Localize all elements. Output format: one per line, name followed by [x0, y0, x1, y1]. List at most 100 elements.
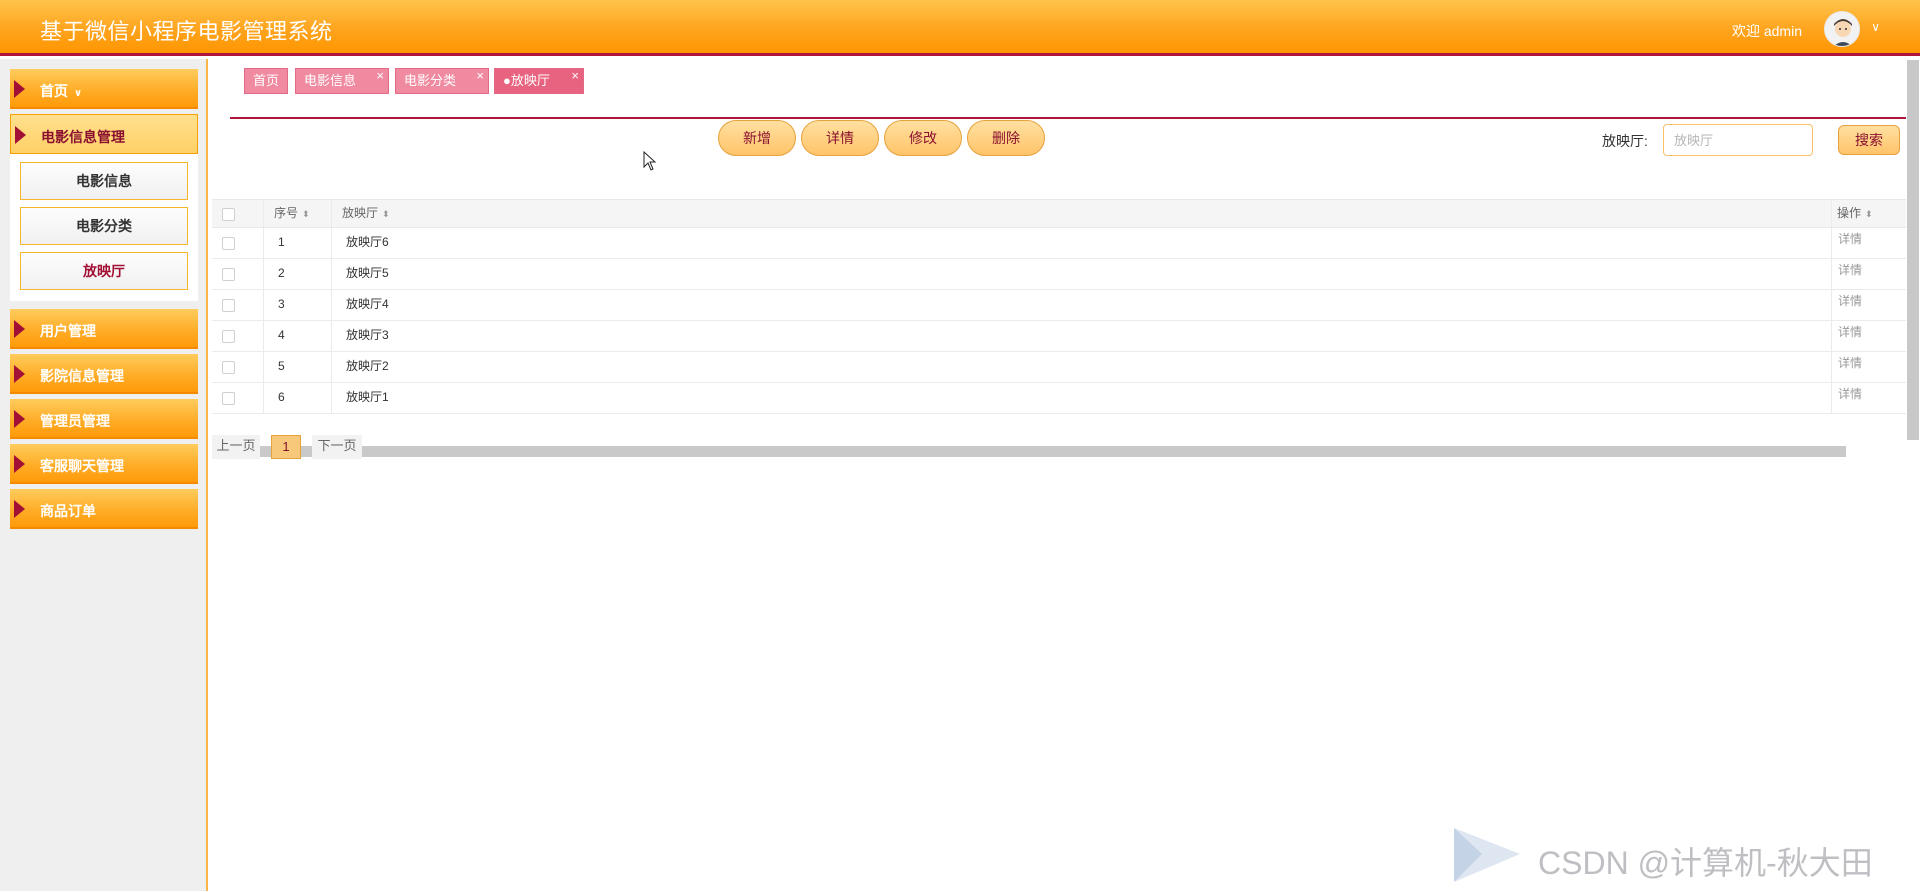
header-index[interactable]: 序号 ⬍	[264, 200, 332, 227]
vertical-scrollbar-thumb[interactable]	[1907, 60, 1919, 440]
triangle-icon	[14, 365, 25, 383]
header-name[interactable]: 放映厅 ⬍	[332, 200, 1832, 227]
row-detail-link[interactable]: 详情	[1838, 225, 1862, 254]
user-menu-chevron-icon[interactable]: ∨	[1871, 20, 1880, 34]
row-index: 2	[264, 259, 332, 289]
sidebar-item-cinema-info-management[interactable]: 影院信息管理	[10, 354, 198, 394]
row-index: 4	[264, 321, 332, 351]
submenu-item-movie-info[interactable]: 电影信息	[20, 162, 188, 200]
close-icon[interactable]: ×	[571, 64, 579, 88]
row-checkbox[interactable]	[222, 299, 235, 312]
sidebar-item-label: 影院信息管理	[40, 368, 124, 384]
row-detail-link[interactable]: 详情	[1838, 287, 1862, 316]
table-row: 3 放映厅4 详情	[212, 290, 1906, 321]
sidebar-item-admin-management[interactable]: 管理员管理	[10, 399, 198, 439]
tab-label: 首页	[253, 73, 280, 88]
user-avatar[interactable]	[1824, 11, 1860, 47]
app-title: 基于微信小程序电影管理系统	[40, 19, 333, 44]
triangle-icon	[14, 500, 25, 518]
edit-button[interactable]: 修改	[884, 120, 962, 156]
row-name: 放映厅6	[332, 228, 1832, 258]
submenu-item-movie-category[interactable]: 电影分类	[20, 207, 188, 245]
close-icon[interactable]: ×	[376, 64, 384, 88]
page-number-current[interactable]: 1	[271, 435, 301, 459]
triangle-icon	[14, 410, 25, 428]
row-name: 放映厅5	[332, 259, 1832, 289]
row-name: 放映厅3	[332, 321, 1832, 351]
csdn-logo-icon	[1454, 828, 1520, 882]
table-row: 6 放映厅1 详情	[212, 383, 1906, 414]
detail-button[interactable]: 详情	[801, 120, 879, 156]
select-all-checkbox[interactable]	[222, 208, 235, 221]
row-checkbox[interactable]	[222, 237, 235, 250]
sidebar-item-label: 首页	[40, 83, 68, 99]
row-detail-link[interactable]: 详情	[1838, 318, 1862, 347]
sidebar-item-movie-info-management[interactable]: 电影信息管理	[10, 114, 198, 154]
row-detail-link[interactable]: 详情	[1838, 256, 1862, 285]
sidebar: 首页 ∨ 电影信息管理 电影信息 电影分类 放映厅 用户管理 影院信息管理 管理员…	[0, 59, 208, 891]
sidebar-item-home[interactable]: 首页 ∨	[10, 69, 198, 109]
table-row: 4 放映厅3 详情	[212, 321, 1906, 352]
sort-icon: ⬍	[1865, 209, 1873, 219]
add-button[interactable]: 新增	[718, 120, 796, 156]
tab-movie-info[interactable]: 电影信息 ×	[295, 68, 389, 94]
delete-button[interactable]: 删除	[967, 120, 1045, 156]
next-page-button[interactable]: 下一页	[312, 435, 362, 459]
sidebar-item-label: 管理员管理	[40, 413, 110, 429]
triangle-icon	[15, 126, 26, 144]
row-index: 5	[264, 352, 332, 382]
triangle-icon	[14, 320, 25, 338]
table-row: 2 放映厅5 详情	[212, 259, 1906, 290]
tab-label: 电影分类	[404, 73, 457, 88]
mouse-cursor-icon	[643, 151, 657, 171]
close-icon[interactable]: ×	[476, 64, 484, 88]
row-name: 放映厅2	[332, 352, 1832, 382]
sort-icon: ⬍	[382, 209, 390, 219]
welcome-text: 欢迎 admin	[1731, 23, 1802, 39]
row-detail-link[interactable]: 详情	[1838, 380, 1862, 409]
sidebar-item-customer-chat-management[interactable]: 客服聊天管理	[10, 444, 198, 484]
row-checkbox[interactable]	[222, 361, 235, 374]
sidebar-item-user-management[interactable]: 用户管理	[10, 309, 198, 349]
row-detail-link[interactable]: 详情	[1838, 349, 1862, 378]
row-index: 1	[264, 228, 332, 258]
header-action[interactable]: 操作 ⬍	[1832, 200, 1906, 227]
row-index: 6	[264, 383, 332, 413]
horizontal-scrollbar[interactable]	[212, 446, 1846, 457]
table-row: 5 放映厅2 详情	[212, 352, 1906, 383]
triangle-icon	[14, 80, 25, 98]
row-checkbox[interactable]	[222, 330, 235, 343]
row-checkbox[interactable]	[222, 268, 235, 281]
top-header: 基于微信小程序电影管理系统 欢迎 admin ∨	[0, 0, 1920, 56]
tab-screening-hall[interactable]: ●放映厅 ×	[494, 68, 584, 94]
search-button[interactable]: 搜索	[1838, 125, 1900, 155]
watermark-text: CSDN @计算机-秋大田	[1538, 845, 1873, 881]
submenu: 电影信息 电影分类 放映厅	[10, 154, 198, 301]
sidebar-item-label: 电影信息管理	[41, 129, 125, 145]
chevron-down-icon: ∨	[74, 88, 83, 99]
table-header: 序号 ⬍ 放映厅 ⬍ 操作 ⬍	[212, 199, 1906, 228]
row-checkbox[interactable]	[222, 392, 235, 405]
header-check-cell	[212, 200, 264, 227]
submenu-item-screening-hall[interactable]: 放映厅	[20, 252, 188, 290]
prev-page-button[interactable]: 上一页	[212, 435, 260, 459]
sidebar-item-label: 用户管理	[40, 323, 96, 339]
tab-divider	[230, 117, 1920, 119]
row-index: 3	[264, 290, 332, 320]
triangle-icon	[14, 455, 25, 473]
tab-label: ●放映厅	[503, 73, 550, 88]
sidebar-item-product-orders[interactable]: 商品订单	[10, 489, 198, 529]
search-input[interactable]	[1663, 124, 1813, 156]
table-row: 1 放映厅6 详情	[212, 228, 1906, 259]
sidebar-item-label: 商品订单	[40, 503, 96, 519]
sidebar-item-label: 客服聊天管理	[40, 458, 124, 474]
tab-label: 电影信息	[304, 73, 357, 88]
search-label: 放映厅:	[1602, 133, 1648, 149]
tab-movie-category[interactable]: 电影分类 ×	[395, 68, 489, 94]
avatar-icon	[1825, 12, 1859, 46]
row-name: 放映厅4	[332, 290, 1832, 320]
tab-home[interactable]: 首页	[244, 68, 288, 94]
sort-icon: ⬍	[302, 209, 310, 219]
row-name: 放映厅1	[332, 383, 1832, 413]
data-table: 序号 ⬍ 放映厅 ⬍ 操作 ⬍ 1 放映厅6 详情 2 放映厅5 详情 3 放映厅4 …	[212, 199, 1906, 414]
